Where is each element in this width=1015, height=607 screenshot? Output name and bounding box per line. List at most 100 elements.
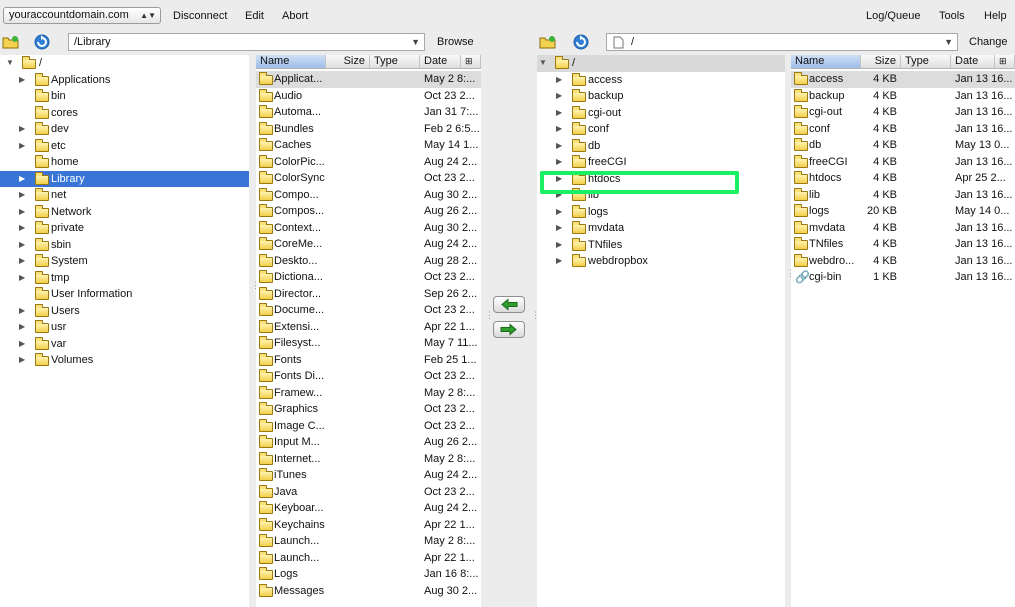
file-row[interactable]: Compos... Aug 26 2... (256, 203, 481, 220)
file-row[interactable]: logs 20 KB May 14 0... (791, 203, 1015, 220)
column-header-name[interactable]: Name (791, 55, 861, 69)
file-row[interactable]: ColorPic... Aug 24 2... (256, 154, 481, 171)
local-tree-item-volumes[interactable]: ▶ Volumes (0, 352, 249, 369)
file-row[interactable]: Audio Oct 23 2... (256, 88, 481, 105)
disclosure-closed-icon[interactable]: ▶ (19, 187, 25, 203)
file-row[interactable]: Dictiona... Oct 23 2... (256, 269, 481, 286)
disclosure-closed-icon[interactable]: ▶ (556, 88, 562, 104)
file-row[interactable]: Java Oct 23 2... (256, 484, 481, 501)
remote-tree-item-webdropbox[interactable]: ▶ webdropbox (537, 253, 785, 270)
disclosure-closed-icon[interactable]: ▶ (19, 204, 25, 220)
local-tree-item-cores[interactable]: cores (0, 105, 249, 122)
abort-button[interactable]: Abort (282, 9, 308, 23)
host-select[interactable]: youraccountdomain.com ▲▼ (3, 7, 161, 24)
disclosure-closed-icon[interactable]: ▶ (19, 303, 25, 319)
browse-button[interactable]: Browse (437, 36, 474, 48)
disclosure-closed-icon[interactable]: ▶ (556, 105, 562, 121)
file-row[interactable]: Messages Aug 30 2... (256, 583, 481, 600)
local-tree-item-net[interactable]: ▶ net (0, 187, 249, 204)
file-row[interactable]: Launch... Apr 22 1... (256, 550, 481, 567)
file-row[interactable]: Automa... Jan 31 7:... (256, 104, 481, 121)
column-header-name[interactable]: Name (256, 55, 326, 69)
log-queue-button[interactable]: Log/Queue (866, 9, 920, 23)
disclosure-closed-icon[interactable]: ▶ (19, 319, 25, 335)
remote-tree-root[interactable]: ▼ / (537, 55, 785, 72)
local-tree-item-system[interactable]: ▶ System (0, 253, 249, 270)
file-row[interactable]: Context... Aug 30 2... (256, 220, 481, 237)
download-button[interactable] (493, 296, 525, 313)
file-row[interactable]: Deskto... Aug 28 2... (256, 253, 481, 270)
file-row[interactable]: lib 4 KB Jan 13 16... (791, 187, 1015, 204)
remote-new-folder-button[interactable] (538, 33, 558, 51)
file-row[interactable]: Logs Jan 16 8:... (256, 566, 481, 583)
disclosure-closed-icon[interactable]: ▶ (19, 237, 25, 253)
remote-tree-item-logs[interactable]: ▶ logs (537, 204, 785, 221)
file-row[interactable]: Keyboar... Aug 24 2... (256, 500, 481, 517)
remote-refresh-button[interactable] (571, 33, 591, 51)
local-tree-item-bin[interactable]: bin (0, 88, 249, 105)
disclosure-closed-icon[interactable]: ▶ (19, 270, 25, 286)
disclosure-closed-icon[interactable]: ▶ (556, 220, 562, 236)
file-row[interactable]: Fonts Di... Oct 23 2... (256, 368, 481, 385)
local-tree-item-user-information[interactable]: User Information (0, 286, 249, 303)
file-row[interactable]: webdro... 4 KB Jan 13 16... (791, 253, 1015, 270)
disclosure-open-icon[interactable]: ▼ (6, 55, 14, 71)
file-row[interactable]: 🔗 cgi-bin 1 KB Jan 13 16... (791, 269, 1015, 286)
splitter-handle[interactable]: ⋮ (485, 310, 494, 321)
file-row[interactable]: Graphics Oct 23 2... (256, 401, 481, 418)
disclosure-closed-icon[interactable]: ▶ (556, 237, 562, 253)
file-row[interactable]: Docume... Oct 23 2... (256, 302, 481, 319)
column-header-type[interactable]: Type (901, 55, 951, 69)
column-chooser-icon[interactable]: ⊞ (995, 55, 1015, 69)
local-tree-item-home[interactable]: home (0, 154, 249, 171)
edit-button[interactable]: Edit (245, 9, 264, 23)
column-header-date[interactable]: Date (951, 55, 995, 69)
remote-tree-item-cgi-out[interactable]: ▶ cgi-out (537, 105, 785, 122)
help-button[interactable]: Help (984, 9, 1007, 23)
local-refresh-button[interactable] (32, 33, 52, 51)
splitter-handle[interactable]: ⋮ (251, 280, 260, 291)
file-row[interactable]: Extensi... Apr 22 1... (256, 319, 481, 336)
disclosure-closed-icon[interactable]: ▶ (19, 352, 25, 368)
local-tree-item-dev[interactable]: ▶ dev (0, 121, 249, 138)
file-row[interactable]: Fonts Feb 25 1... (256, 352, 481, 369)
file-row[interactable]: Image C... Oct 23 2... (256, 418, 481, 435)
column-header-size[interactable]: Size (861, 55, 901, 69)
local-tree-item-users[interactable]: ▶ Users (0, 303, 249, 320)
file-row[interactable]: conf 4 KB Jan 13 16... (791, 121, 1015, 138)
file-row[interactable]: Internet... May 2 8:... (256, 451, 481, 468)
local-tree-item-applications[interactable]: ▶ Applications (0, 72, 249, 89)
local-tree-item-network[interactable]: ▶ Network (0, 204, 249, 221)
disclosure-closed-icon[interactable]: ▶ (19, 220, 25, 236)
file-row[interactable]: Framew... May 2 8:... (256, 385, 481, 402)
disclosure-closed-icon[interactable]: ▶ (556, 253, 562, 269)
remote-tree-item-backup[interactable]: ▶ backup (537, 88, 785, 105)
remote-folder-tree[interactable]: ▼ / ▶ access ▶ backup ▶ cgi-out ▶ conf ▶ db ▶ freeCGI… (537, 55, 785, 607)
local-tree-item-etc[interactable]: ▶ etc (0, 138, 249, 155)
remote-tree-item-freecgi[interactable]: ▶ freeCGI (537, 154, 785, 171)
local-tree-item-private[interactable]: ▶ private (0, 220, 249, 237)
column-header-date[interactable]: Date (420, 55, 461, 69)
disclosure-closed-icon[interactable]: ▶ (19, 171, 25, 187)
file-row[interactable]: Applicat... May 2 8:... (256, 71, 481, 88)
local-new-folder-button[interactable] (1, 33, 21, 51)
disclosure-closed-icon[interactable]: ▶ (19, 121, 25, 137)
file-row[interactable]: TNfiles 4 KB Jan 13 16... (791, 236, 1015, 253)
local-tree-item-tmp[interactable]: ▶ tmp (0, 270, 249, 287)
file-row[interactable]: Director... Sep 26 2... (256, 286, 481, 303)
remote-tree-item-db[interactable]: ▶ db (537, 138, 785, 155)
remote-tree-item-conf[interactable]: ▶ conf (537, 121, 785, 138)
local-file-list[interactable]: Name Size Type Date ⊞ Applicat... May 2 8:... A… (256, 55, 481, 607)
remote-tree-item-mvdata[interactable]: ▶ mvdata (537, 220, 785, 237)
file-row[interactable]: ColorSync Oct 23 2... (256, 170, 481, 187)
file-row[interactable]: Launch... May 2 8:... (256, 533, 481, 550)
upload-button[interactable] (493, 321, 525, 338)
file-row[interactable]: CoreMe... Aug 24 2... (256, 236, 481, 253)
local-tree-item-sbin[interactable]: ▶ sbin (0, 237, 249, 254)
file-row[interactable]: mvdata 4 KB Jan 13 16... (791, 220, 1015, 237)
disclosure-closed-icon[interactable]: ▶ (19, 72, 25, 88)
file-row[interactable]: db 4 KB May 13 0... (791, 137, 1015, 154)
local-tree-item-var[interactable]: ▶ var (0, 336, 249, 353)
local-path-field[interactable]: /Library ▼ (68, 33, 425, 51)
remote-tree-item-tnfiles[interactable]: ▶ TNfiles (537, 237, 785, 254)
